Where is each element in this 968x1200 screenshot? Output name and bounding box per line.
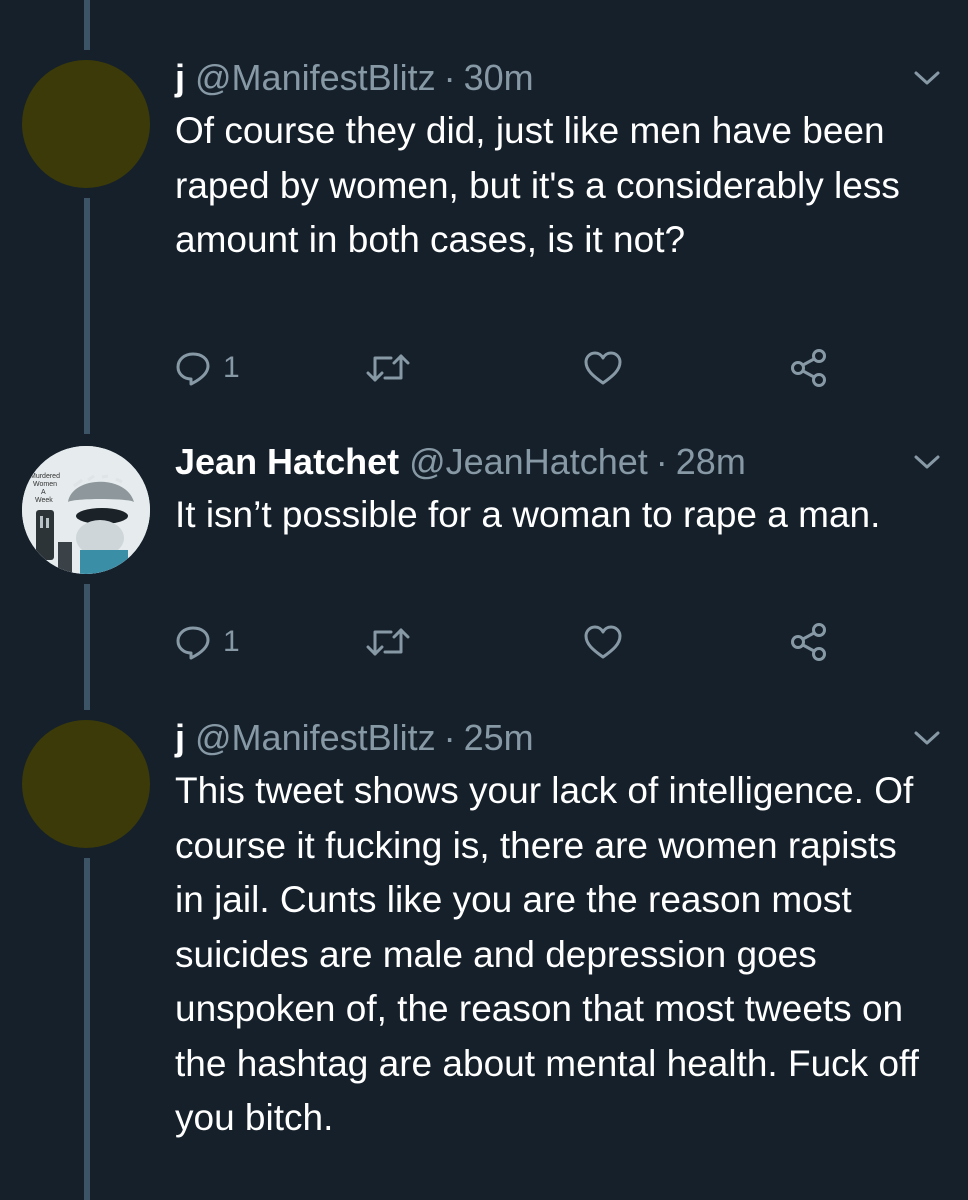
user-name[interactable]: j xyxy=(175,56,185,100)
tweet-text: This tweet shows your lack of intelligen… xyxy=(175,770,919,1138)
reply-count: 1 xyxy=(223,625,240,658)
tweet-actions: 1 xyxy=(175,622,835,662)
heart-icon xyxy=(584,625,622,659)
avatar-caption-2: Murdered xyxy=(30,473,60,480)
retweet-icon xyxy=(366,628,410,656)
avatar[interactable] xyxy=(22,60,150,188)
avatar[interactable]: 2 Murdered Women A Week xyxy=(22,446,150,574)
share-button[interactable] xyxy=(789,348,829,388)
timestamp[interactable]: 30m xyxy=(464,56,534,100)
separator: · xyxy=(443,717,456,758)
tweet-actions: 1 xyxy=(175,348,835,388)
tweet[interactable]: j @ManifestBlitz · 30m Of course they di… xyxy=(175,56,968,268)
reply-icon xyxy=(176,352,210,386)
like-button[interactable] xyxy=(583,622,623,662)
reply-icon xyxy=(176,626,210,660)
reply-count: 1 xyxy=(223,351,240,384)
tweet-text: Of course they did, just like men have b… xyxy=(175,110,900,260)
heart-icon xyxy=(584,351,622,385)
avatar-caption-5: Week xyxy=(35,497,53,504)
avatar-caption-3: Women xyxy=(33,481,57,488)
timestamp[interactable]: 28m xyxy=(676,440,746,484)
tweet-header: j @ManifestBlitz · 25m xyxy=(175,716,968,760)
separator: · xyxy=(655,441,668,482)
retweet-button[interactable] xyxy=(365,622,411,662)
tweet-header: Jean Hatchet @JeanHatchet · 28m xyxy=(175,440,968,484)
timestamp[interactable]: 25m xyxy=(464,716,534,760)
like-button[interactable] xyxy=(583,348,623,388)
share-icon xyxy=(791,623,826,661)
reply-button[interactable]: 1 xyxy=(175,622,240,662)
share-button[interactable] xyxy=(789,622,829,662)
user-handle[interactable]: @ManifestBlitz xyxy=(195,56,436,100)
user-handle[interactable]: @ManifestBlitz xyxy=(195,716,436,760)
user-handle[interactable]: @JeanHatchet xyxy=(409,440,648,484)
thread-line xyxy=(84,198,90,434)
retweet-button[interactable] xyxy=(365,348,411,388)
chevron-down-icon[interactable] xyxy=(912,728,942,748)
reply-button[interactable]: 1 xyxy=(175,348,240,388)
share-icon xyxy=(791,349,826,387)
tweet[interactable]: Jean Hatchet @JeanHatchet · 28m It isn’t… xyxy=(175,440,968,543)
retweet-icon xyxy=(366,354,410,382)
chevron-down-icon[interactable] xyxy=(912,68,942,88)
user-name[interactable]: Jean Hatchet xyxy=(175,440,399,484)
avatar-caption-1: 2 xyxy=(30,465,34,472)
avatar-photo: 2 Murdered Women A Week xyxy=(22,446,150,574)
avatar[interactable] xyxy=(22,720,150,848)
user-name[interactable]: j xyxy=(175,716,185,760)
tweet[interactable]: j @ManifestBlitz · 25m This tweet shows … xyxy=(175,716,968,1146)
avatar-caption-4: A xyxy=(41,489,46,496)
tweet-text: It isn’t possible for a woman to rape a … xyxy=(175,494,881,535)
thread-line xyxy=(84,584,90,710)
chevron-down-icon[interactable] xyxy=(912,452,942,472)
thread-line xyxy=(84,858,90,1200)
thread-line xyxy=(84,0,90,50)
separator: · xyxy=(443,57,456,98)
tweet-header: j @ManifestBlitz · 30m xyxy=(175,56,968,100)
